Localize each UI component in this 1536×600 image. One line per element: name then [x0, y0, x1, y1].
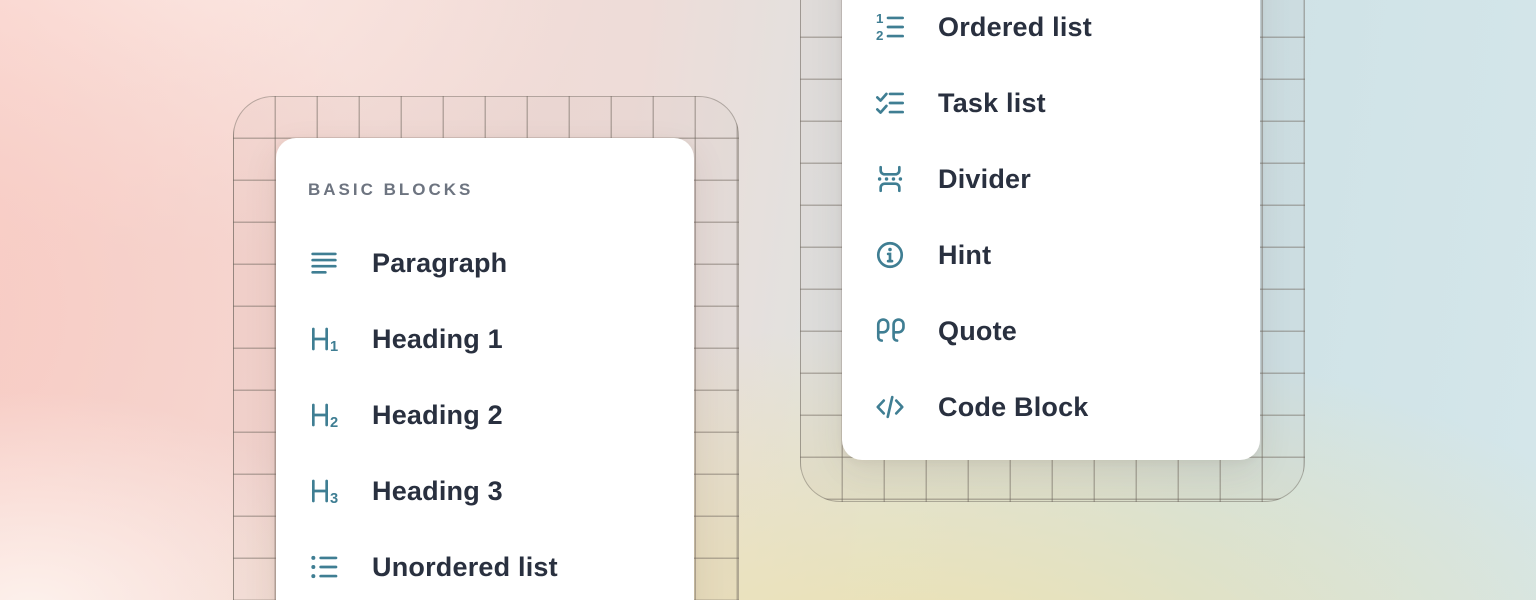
menu-item-heading-1[interactable]: 1 Heading 1 — [276, 301, 694, 377]
heading-1-icon: 1 — [307, 322, 341, 356]
menu-item-heading-2[interactable]: 2 Heading 2 — [276, 377, 694, 453]
menu-item-label: Heading 3 — [372, 476, 503, 507]
menu-item-quote[interactable]: Quote — [842, 293, 1260, 369]
menu-item-label: Hint — [938, 240, 991, 271]
menu-list: Paragraph 1 Heading 1 2 — [276, 225, 694, 600]
menu-item-label: Task list — [938, 88, 1046, 119]
paragraph-icon — [307, 246, 341, 280]
svg-text:1: 1 — [876, 11, 884, 26]
svg-text:2: 2 — [876, 28, 883, 43]
menu-item-ordered-list[interactable]: 1 2 Ordered list — [842, 0, 1260, 65]
heading-2-icon: 2 — [307, 398, 341, 432]
ordered-list-icon: 1 2 — [873, 10, 907, 44]
basic-blocks-menu: BASIC BLOCKS Paragraph 1 Heading 1 — [276, 138, 694, 600]
menu-item-label: Quote — [938, 316, 1017, 347]
menu-item-label: Divider — [938, 164, 1031, 195]
unordered-list-icon — [307, 550, 341, 584]
menu-item-divider[interactable]: Divider — [842, 141, 1260, 217]
hint-icon — [873, 238, 907, 272]
editor-illustration: BASIC BLOCKS Paragraph 1 Heading 1 — [0, 0, 1536, 600]
menu-item-label: Heading 2 — [372, 400, 503, 431]
menu-item-unordered-list[interactable]: Unordered list — [276, 529, 694, 600]
menu-item-label: Paragraph — [372, 248, 507, 279]
more-blocks-menu: 1 2 Ordered list Task list — [842, 0, 1260, 460]
menu-item-label: Ordered list — [938, 12, 1092, 43]
menu-item-paragraph[interactable]: Paragraph — [276, 225, 694, 301]
quote-icon — [873, 314, 907, 348]
menu-item-code-block[interactable]: Code Block — [842, 369, 1260, 445]
menu-item-task-list[interactable]: Task list — [842, 65, 1260, 141]
menu-item-hint[interactable]: Hint — [842, 217, 1260, 293]
menu-item-label: Unordered list — [372, 552, 558, 583]
code-block-icon — [873, 390, 907, 424]
menu-item-label: Heading 1 — [372, 324, 503, 355]
menu-item-label: Code Block — [938, 392, 1089, 423]
menu-item-heading-3[interactable]: 3 Heading 3 — [276, 453, 694, 529]
svg-text:1: 1 — [330, 339, 338, 355]
divider-icon — [873, 162, 907, 196]
menu-list: 1 2 Ordered list Task list — [842, 0, 1260, 445]
section-label: BASIC BLOCKS — [308, 180, 473, 200]
task-list-icon — [873, 86, 907, 120]
svg-text:2: 2 — [330, 415, 338, 431]
heading-3-icon: 3 — [307, 474, 341, 508]
svg-text:3: 3 — [330, 491, 338, 507]
